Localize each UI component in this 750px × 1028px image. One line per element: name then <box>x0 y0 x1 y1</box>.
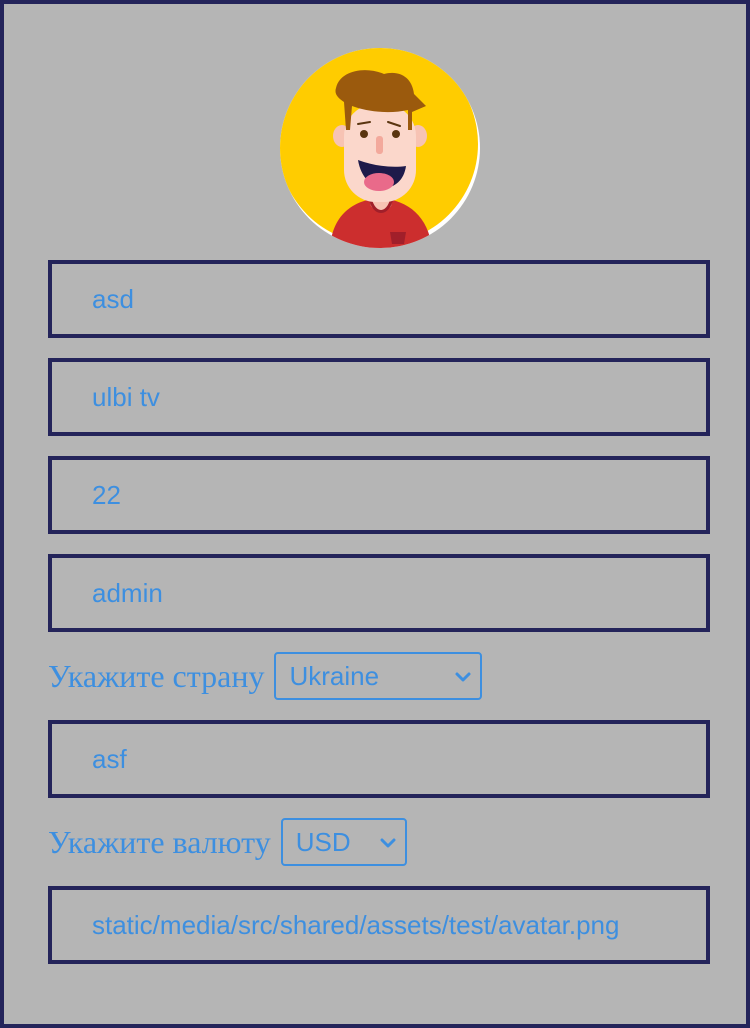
age-input[interactable] <box>52 460 706 530</box>
first-name-input[interactable] <box>52 264 706 334</box>
country-selected-value: Ukraine <box>289 661 380 691</box>
city-field[interactable] <box>48 720 710 798</box>
avatar-image-icon <box>280 48 478 248</box>
age-field[interactable] <box>48 456 710 534</box>
currency-label: Укажите валюту <box>48 824 271 860</box>
last-name-field[interactable] <box>48 358 710 436</box>
last-name-input[interactable] <box>52 362 706 432</box>
avatar-path-field[interactable] <box>48 886 710 964</box>
country-select[interactable]: Ukraine <box>274 652 483 700</box>
country-label: Укажите страну <box>48 658 265 694</box>
avatar <box>280 48 480 248</box>
chevron-down-icon <box>455 672 471 682</box>
first-name-field[interactable] <box>48 260 710 338</box>
country-select-row: Укажите страну Ukraine <box>48 652 483 700</box>
username-input[interactable] <box>52 558 706 628</box>
chevron-down-icon <box>380 838 396 848</box>
avatar-path-input[interactable] <box>52 890 706 960</box>
profile-card: Укажите страну Ukraine Укажите валюту US… <box>0 0 750 1028</box>
city-input[interactable] <box>52 724 706 794</box>
currency-select-row: Укажите валюту USD <box>48 818 407 866</box>
username-field[interactable] <box>48 554 710 632</box>
currency-selected-value: USD <box>295 827 351 857</box>
currency-select[interactable]: USD <box>280 818 407 866</box>
